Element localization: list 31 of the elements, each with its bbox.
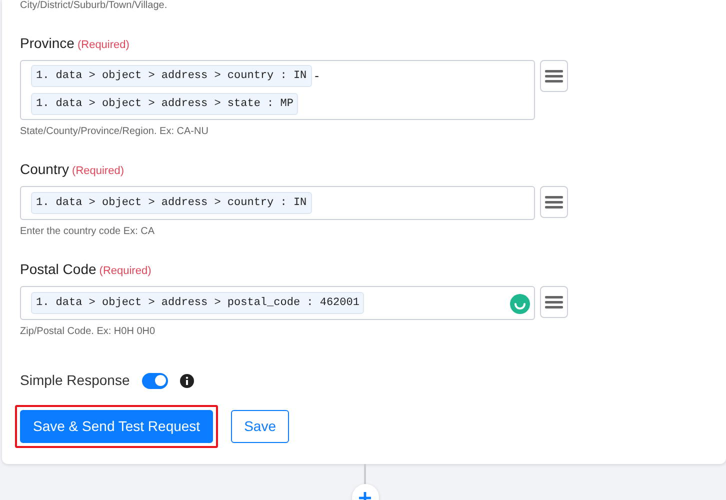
toggle-label: Simple Response bbox=[20, 371, 130, 390]
required-note: (Required) bbox=[99, 264, 152, 279]
required-note: (Required) bbox=[72, 164, 124, 179]
field-label: Country bbox=[20, 160, 70, 178]
mapping-field[interactable]: 1. data > object > address > country : IN bbox=[20, 186, 535, 220]
menu-icon bbox=[545, 196, 563, 208]
info-icon[interactable] bbox=[180, 374, 194, 388]
mapping-field[interactable]: 1. data > object > address > postal_code : 462001 bbox=[20, 286, 535, 320]
menu-button[interactable] bbox=[540, 60, 568, 92]
field-hint: State/County/Province/Region. Ex: CA-NU bbox=[20, 126, 210, 138]
mapping-field[interactable]: 1. data > object > address > country : IN - 1. data > object > address > state : MP bbox=[20, 60, 535, 120]
toggle-switch[interactable] bbox=[142, 372, 168, 388]
data-chip[interactable]: 1. data > object > address > country : IN bbox=[31, 65, 312, 87]
data-chip[interactable]: 1. data > object > address > postal_code : 462001 bbox=[31, 292, 364, 314]
menu-button[interactable] bbox=[540, 186, 568, 218]
separator-text: - bbox=[314, 68, 319, 84]
data-chip[interactable]: 1. data > object > address > country : IN bbox=[31, 192, 312, 214]
field-label: Province bbox=[20, 34, 74, 52]
field-hint: Zip/Postal Code. Ex: H0H 0H0 bbox=[20, 326, 156, 338]
menu-icon bbox=[545, 70, 563, 82]
required-note: (Required) bbox=[77, 38, 130, 53]
data-chip[interactable]: 1. data > object > address > state : MP bbox=[31, 93, 298, 115]
plus-icon bbox=[359, 492, 371, 500]
menu-button[interactable] bbox=[540, 286, 568, 318]
menu-icon bbox=[545, 296, 563, 308]
field-hint: Enter the country code Ex: CA bbox=[20, 226, 156, 238]
field-label: Postal Code bbox=[20, 260, 96, 278]
field-hint: City/District/Suburb/Town/Village. bbox=[20, 0, 168, 12]
save-button[interactable]: Save bbox=[231, 410, 289, 443]
send-test-button[interactable]: Save & Send Test Request bbox=[20, 410, 214, 443]
connector-line bbox=[364, 464, 366, 484]
